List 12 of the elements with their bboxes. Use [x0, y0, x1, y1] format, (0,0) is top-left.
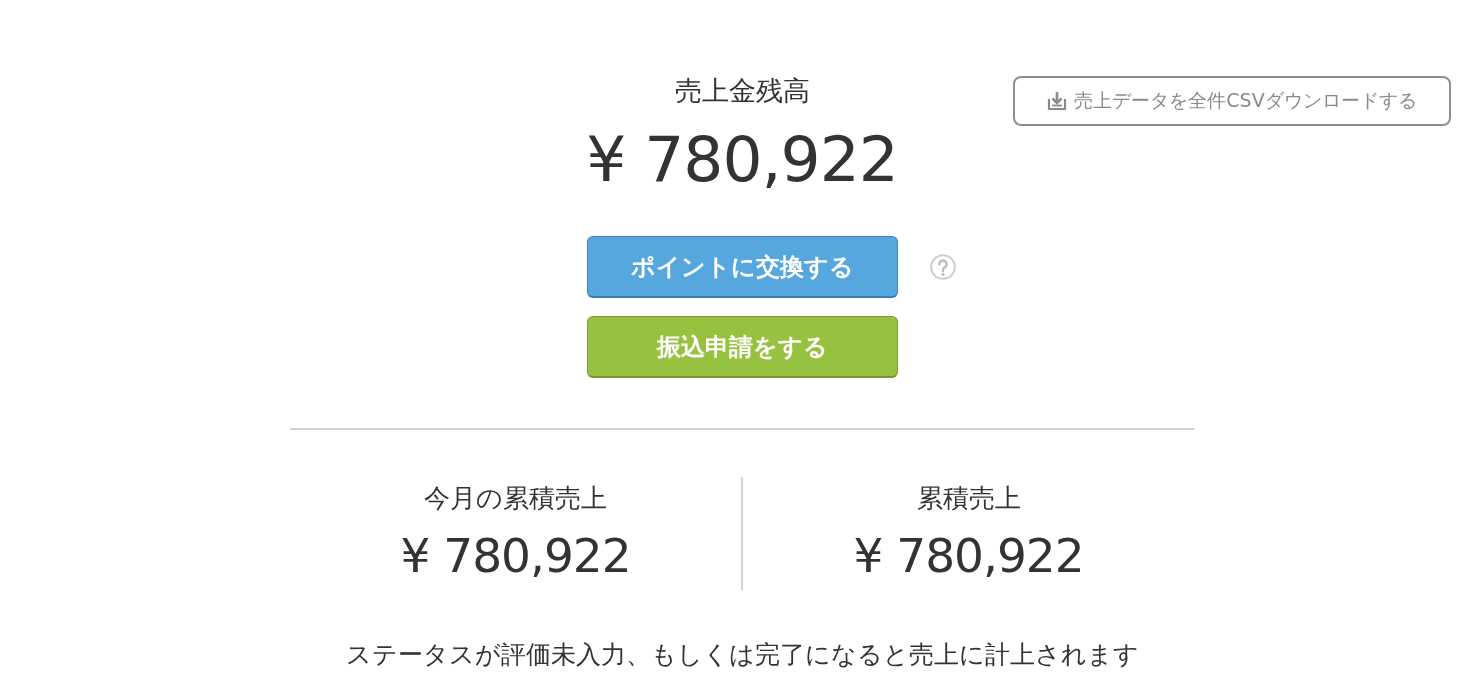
stat-label: 累積売上: [916, 482, 1021, 514]
stat-label: 今月の累積売上: [424, 482, 607, 514]
csv-download-button[interactable]: 売上データを全件CSVダウンロードする: [1013, 76, 1451, 126]
help-icon[interactable]: [930, 254, 956, 280]
balance-label: 売上金残高: [674, 75, 810, 107]
balance-amount: ¥ 780,922: [586, 123, 898, 197]
transfer-request-button[interactable]: 振込申請をする: [586, 316, 898, 378]
stat-amount: ¥ 780,922: [400, 528, 631, 584]
download-icon: [1047, 91, 1068, 111]
note-text: ステータスが評価未入力、もしくは完了になると売上に計上されます: [345, 639, 1139, 671]
stat-amount: ¥ 780,922: [853, 528, 1084, 584]
exchange-points-button[interactable]: ポイントに交換する: [586, 236, 898, 298]
